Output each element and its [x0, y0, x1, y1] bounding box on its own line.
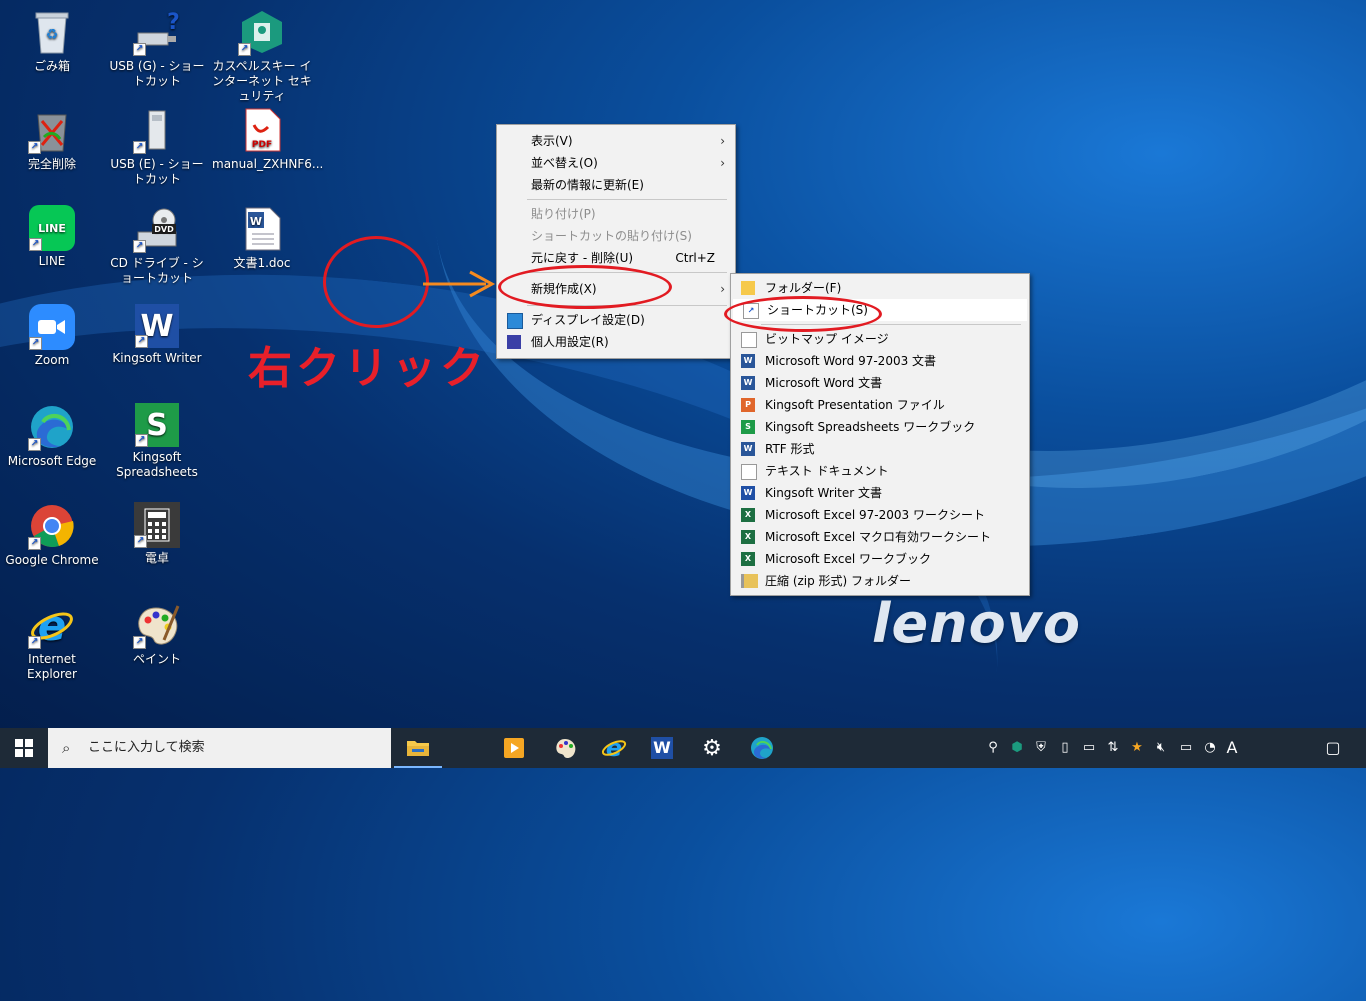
taskbar: ⌕ ここに入力して検索 e W ⚙ ⚲ ⬢ ⛨ ▯ ▭ ⇅ ★ 🔇︎ ▭ ◔ A…	[0, 728, 1366, 768]
chevron-right-icon: ›	[720, 134, 725, 148]
menu-item-label: Microsoft Excel マクロ有効ワークシート	[765, 530, 992, 544]
tray-kaspersky-icon[interactable]: ⬢	[1008, 728, 1026, 768]
menu-item-label: テキスト ドキュメント	[765, 464, 889, 478]
personalize-icon	[507, 335, 521, 349]
presentation-file-icon: P	[741, 398, 755, 412]
taskbar-file-explorer[interactable]	[394, 728, 442, 768]
submenu-item-excel-97[interactable]: X Microsoft Excel 97-2003 ワークシート	[731, 504, 1029, 526]
taskbar-paint[interactable]	[542, 728, 590, 768]
media-player-icon	[504, 738, 524, 758]
gear-icon: ⚙	[702, 735, 722, 761]
submenu-item-folder[interactable]: フォルダー(F)	[731, 277, 1029, 299]
annotation-arrows	[423, 270, 727, 318]
notification-center-icon[interactable]: ▢	[1318, 728, 1348, 768]
menu-item-label: 個人用設定(R)	[531, 335, 609, 349]
menu-item-label: ビットマップ イメージ	[765, 332, 889, 346]
zip-folder-icon	[741, 574, 758, 588]
word-file-icon: W	[741, 354, 755, 368]
tray-star-icon[interactable]: ★	[1128, 728, 1146, 768]
folder-icon	[741, 281, 755, 295]
submenu-item-kingsoft-writer[interactable]: W Kingsoft Writer 文書	[731, 482, 1029, 504]
submenu-item-bitmap[interactable]: ビットマップ イメージ	[731, 328, 1029, 350]
submenu-item-text[interactable]: テキスト ドキュメント	[731, 460, 1029, 482]
menu-item-label: Kingsoft Presentation ファイル	[765, 398, 945, 412]
wifi-icon[interactable]: ◔	[1200, 728, 1220, 768]
menu-item-shortcut: Ctrl+Z	[675, 251, 715, 265]
new-item-highlight-circle	[498, 265, 672, 309]
rtf-file-icon: W	[741, 442, 755, 456]
writer-file-icon: W	[741, 486, 755, 500]
chevron-right-icon: ›	[720, 282, 725, 296]
start-button[interactable]	[0, 728, 48, 768]
taskbar-edge[interactable]	[738, 728, 786, 768]
menu-item-label: Kingsoft Writer 文書	[765, 486, 882, 500]
menu-item-label: ディスプレイ設定(D)	[531, 313, 645, 327]
edge-browser-icon	[751, 737, 773, 759]
shortcut-highlight-circle	[724, 296, 882, 332]
display-icon	[507, 313, 523, 329]
menu-item-display-settings[interactable]: ディスプレイ設定(D)	[497, 309, 735, 331]
tray-sync-icon[interactable]: ⇅	[1104, 728, 1122, 768]
paint-palette-icon	[556, 739, 576, 759]
taskbar-search-box[interactable]: ⌕ ここに入力して検索	[48, 728, 391, 768]
menu-item-label: 貼り付け(P)	[531, 207, 596, 221]
desktop-context-menu: 表示(V) › 並べ替え(O) › 最新の情報に更新(E) 貼り付け(P) ショート…	[496, 124, 736, 359]
tray-usb-icon[interactable]: ⚲	[984, 728, 1002, 768]
internet-explorer-icon: e	[601, 736, 627, 760]
submenu-item-kingsoft-spreadsheets[interactable]: S Kingsoft Spreadsheets ワークブック	[731, 416, 1029, 438]
menu-item-label: ショートカットの貼り付け(S)	[531, 229, 692, 243]
submenu-item-zip-folder[interactable]: 圧縮 (zip 形式) フォルダー	[731, 570, 1029, 592]
spreadsheet-file-icon: S	[741, 420, 755, 434]
menu-item-label: Microsoft Excel ワークブック	[765, 552, 932, 566]
tray-defender-icon[interactable]: ⛨	[1032, 728, 1050, 768]
menu-item-label: Microsoft Word 97-2003 文書	[765, 354, 937, 368]
excel-file-icon: X	[741, 530, 755, 544]
text-file-icon	[741, 464, 757, 480]
bitmap-file-icon	[741, 332, 757, 348]
file-explorer-icon	[407, 741, 429, 756]
tray-display-icon[interactable]: ▭	[1080, 728, 1098, 768]
menu-item-label: 圧縮 (zip 形式) フォルダー	[765, 574, 912, 588]
menu-item-paste-shortcut: ショートカットの貼り付け(S)	[497, 225, 735, 247]
submenu-item-rtf[interactable]: W RTF 形式	[731, 438, 1029, 460]
submenu-item-word-97[interactable]: W Microsoft Word 97-2003 文書	[731, 350, 1029, 372]
taskbar-kingsoft-writer[interactable]: W	[638, 728, 686, 768]
menu-item-label: 元に戻す - 削除(U)	[531, 251, 634, 265]
volume-muted-icon[interactable]: 🔇︎	[1152, 728, 1170, 768]
submenu-item-excel[interactable]: X Microsoft Excel ワークブック	[731, 548, 1029, 570]
menu-item-personalize[interactable]: 個人用設定(R)	[497, 331, 735, 353]
menu-item-label: RTF 形式	[765, 442, 815, 456]
tray-device-icon[interactable]: ▯	[1056, 728, 1074, 768]
menu-item-label: 表示(V)	[531, 134, 573, 148]
excel-file-icon: X	[741, 552, 755, 566]
battery-icon[interactable]: ▭	[1176, 728, 1196, 768]
submenu-item-kingsoft-presentation[interactable]: P Kingsoft Presentation ファイル	[731, 394, 1029, 416]
menu-item-refresh[interactable]: 最新の情報に更新(E)	[497, 174, 735, 196]
menu-item-paste: 貼り付け(P)	[497, 203, 735, 225]
menu-item-label: Kingsoft Spreadsheets ワークブック	[765, 420, 976, 434]
search-icon: ⌕	[62, 739, 71, 757]
menu-separator	[527, 199, 727, 200]
excel-file-icon: X	[741, 508, 755, 522]
menu-item-sort[interactable]: 並べ替え(O) ›	[497, 152, 735, 174]
chevron-right-icon: ›	[720, 156, 725, 170]
menu-item-label: フォルダー(F)	[765, 281, 842, 295]
menu-item-label: 並べ替え(O)	[531, 156, 598, 170]
svg-text:e: e	[606, 736, 622, 760]
search-placeholder: ここに入力して検索	[88, 740, 205, 755]
taskbar-internet-explorer[interactable]: e	[590, 728, 638, 768]
ime-indicator[interactable]: A	[1222, 728, 1242, 768]
menu-item-label: Microsoft Word 文書	[765, 376, 883, 390]
taskbar-media-player[interactable]	[490, 728, 538, 768]
submenu-item-word[interactable]: W Microsoft Word 文書	[731, 372, 1029, 394]
menu-item-label: 最新の情報に更新(E)	[531, 178, 644, 192]
menu-item-label: Microsoft Excel 97-2003 ワークシート	[765, 508, 985, 522]
word-file-icon: W	[741, 376, 755, 390]
kingsoft-writer-icon: W	[651, 737, 673, 759]
menu-item-view[interactable]: 表示(V) ›	[497, 130, 735, 152]
submenu-item-excel-macro[interactable]: X Microsoft Excel マクロ有効ワークシート	[731, 526, 1029, 548]
windows-logo-icon	[15, 739, 33, 757]
taskbar-settings[interactable]: ⚙	[688, 728, 736, 768]
